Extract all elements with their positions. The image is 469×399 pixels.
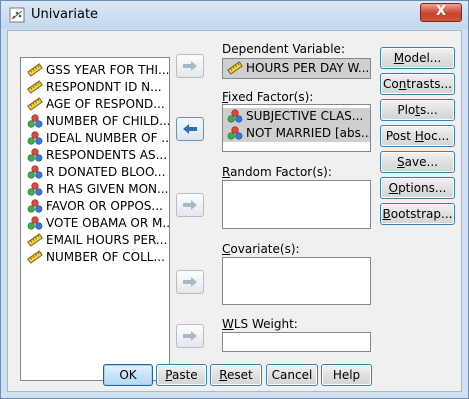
list-item[interactable]: R HAS GIVEN MON... bbox=[21, 181, 169, 198]
wls-weight-box[interactable] bbox=[222, 332, 371, 352]
list-item[interactable]: IDEAL NUMBER OF ... bbox=[21, 130, 169, 147]
list-item-label: R DONATED BLOO... bbox=[46, 165, 166, 179]
nominal-circles-icon bbox=[27, 131, 43, 145]
arrow-right-icon bbox=[183, 277, 197, 287]
list-item[interactable]: R DONATED BLOO... bbox=[21, 164, 169, 181]
plots-button[interactable]: Plots... bbox=[380, 99, 455, 121]
list-item-label: RESPONDENTS AS... bbox=[46, 148, 168, 162]
reset-button[interactable]: Reset bbox=[210, 364, 262, 386]
fixed-factors-label: Fixed Factor(s): bbox=[222, 90, 314, 104]
scale-ruler-icon bbox=[227, 61, 243, 75]
random-factors-label: Random Factor(s): bbox=[222, 165, 332, 179]
random-factors-box[interactable] bbox=[222, 180, 371, 229]
list-item[interactable]: NUMBER OF COLL... bbox=[21, 249, 169, 266]
paste-button[interactable]: Paste bbox=[156, 364, 207, 386]
list-item-label: NUMBER OF COLL... bbox=[46, 250, 165, 264]
nominal-circles-icon bbox=[27, 148, 43, 162]
scale-ruler-icon bbox=[27, 97, 43, 111]
nominal-circles-icon bbox=[27, 114, 43, 128]
list-item-label: IDEAL NUMBER OF ... bbox=[46, 131, 169, 145]
dependent-variable-box[interactable]: HOURS PER DAY W... bbox=[222, 58, 371, 79]
arrow-right-icon bbox=[183, 61, 197, 71]
save-button[interactable]: Save... bbox=[380, 151, 455, 173]
ok-button[interactable]: OK bbox=[103, 364, 153, 386]
list-item-label: RESPONDNT ID N... bbox=[46, 80, 162, 94]
list-item[interactable]: RESPONDNT ID N... bbox=[21, 79, 169, 96]
dialog-body: GSS YEAR FOR THI... RESPONDNT ID N... AGE … bbox=[7, 30, 462, 392]
nominal-circles-icon bbox=[27, 165, 43, 179]
bootstrap-button[interactable]: Bootstrap... bbox=[380, 203, 455, 225]
list-item[interactable]: GSS YEAR FOR THI... bbox=[21, 62, 169, 79]
list-item[interactable]: RESPONDENTS AS... bbox=[21, 147, 169, 164]
list-item-label: R HAS GIVEN MON... bbox=[46, 182, 169, 196]
univariate-dialog: Univariate X GSS YEAR FOR THI... RESPONDN… bbox=[0, 0, 469, 399]
dependent-variable-text: HOURS PER DAY W... bbox=[246, 61, 370, 75]
model-button[interactable]: Model... bbox=[380, 47, 455, 69]
nominal-circles-icon bbox=[227, 126, 243, 140]
close-icon: X bbox=[435, 4, 447, 19]
list-item-label: FAVOR OR OPPOS... bbox=[46, 199, 163, 213]
source-variable-list[interactable]: GSS YEAR FOR THI... RESPONDNT ID N... AGE … bbox=[20, 57, 170, 381]
list-item-label: GSS YEAR FOR THI... bbox=[46, 63, 169, 77]
list-item[interactable]: NUMBER OF CHILD... bbox=[21, 113, 169, 130]
nominal-circles-icon bbox=[227, 109, 243, 123]
arrow-right-icon bbox=[183, 331, 197, 341]
fixed-factors-box[interactable]: SUBJECTIVE CLAS... NOT MARRIED [abs... bbox=[222, 104, 371, 152]
window-title: Univariate bbox=[31, 7, 99, 22]
post-hoc-button[interactable]: Post Hoc... bbox=[380, 125, 455, 147]
wls-weight-label: WLS Weight: bbox=[222, 317, 298, 331]
covariates-label: Covariate(s): bbox=[222, 242, 300, 256]
list-item[interactable]: AGE OF RESPOND... bbox=[21, 96, 169, 113]
help-button[interactable]: Help bbox=[321, 364, 372, 386]
arrow-left-icon bbox=[183, 124, 197, 134]
dependent-variable-label: Dependent Variable: bbox=[222, 42, 345, 56]
move-to-wls-weight-button[interactable] bbox=[176, 324, 204, 348]
list-item-label: VOTE OBAMA OR M... bbox=[46, 216, 169, 230]
list-item-label: NUMBER OF CHILD... bbox=[46, 114, 169, 128]
dependent-variable-item[interactable]: HOURS PER DAY W... bbox=[223, 59, 370, 78]
list-item[interactable]: FAVOR OR OPPOS... bbox=[21, 198, 169, 215]
list-item[interactable]: EMAIL HOURS PER... bbox=[21, 232, 169, 249]
close-button[interactable]: X bbox=[420, 3, 462, 22]
list-item-label: EMAIL HOURS PER... bbox=[46, 233, 168, 247]
contrasts-button[interactable]: Contrasts... bbox=[380, 73, 455, 95]
scale-ruler-icon bbox=[27, 250, 43, 264]
fixed-factor-item[interactable]: SUBJECTIVE CLAS... bbox=[223, 108, 370, 125]
list-item-label: SUBJECTIVE CLAS... bbox=[246, 109, 364, 123]
options-button[interactable]: Options... bbox=[380, 177, 455, 199]
list-item-label: NOT MARRIED [abs... bbox=[246, 126, 370, 140]
cancel-button[interactable]: Cancel bbox=[266, 364, 318, 386]
scale-ruler-icon bbox=[27, 80, 43, 94]
move-to-covariates-button[interactable] bbox=[176, 270, 204, 294]
nominal-circles-icon bbox=[27, 199, 43, 213]
move-to-fixed-factors-button[interactable] bbox=[176, 117, 204, 141]
nominal-circles-icon bbox=[27, 182, 43, 196]
scale-ruler-icon bbox=[27, 63, 43, 77]
scale-ruler-icon bbox=[27, 233, 43, 247]
nominal-circles-icon bbox=[27, 216, 43, 230]
univariate-app-icon bbox=[9, 7, 25, 23]
list-item-label: AGE OF RESPOND... bbox=[46, 97, 165, 111]
covariates-box[interactable] bbox=[222, 257, 371, 305]
fixed-factor-item[interactable]: NOT MARRIED [abs... bbox=[223, 125, 370, 142]
move-to-dependent-button[interactable] bbox=[176, 54, 204, 78]
list-item[interactable]: VOTE OBAMA OR M... bbox=[21, 215, 169, 232]
arrow-right-icon bbox=[183, 200, 197, 210]
move-to-random-factors-button[interactable] bbox=[176, 193, 204, 217]
title-bar[interactable]: Univariate X bbox=[1, 1, 468, 29]
